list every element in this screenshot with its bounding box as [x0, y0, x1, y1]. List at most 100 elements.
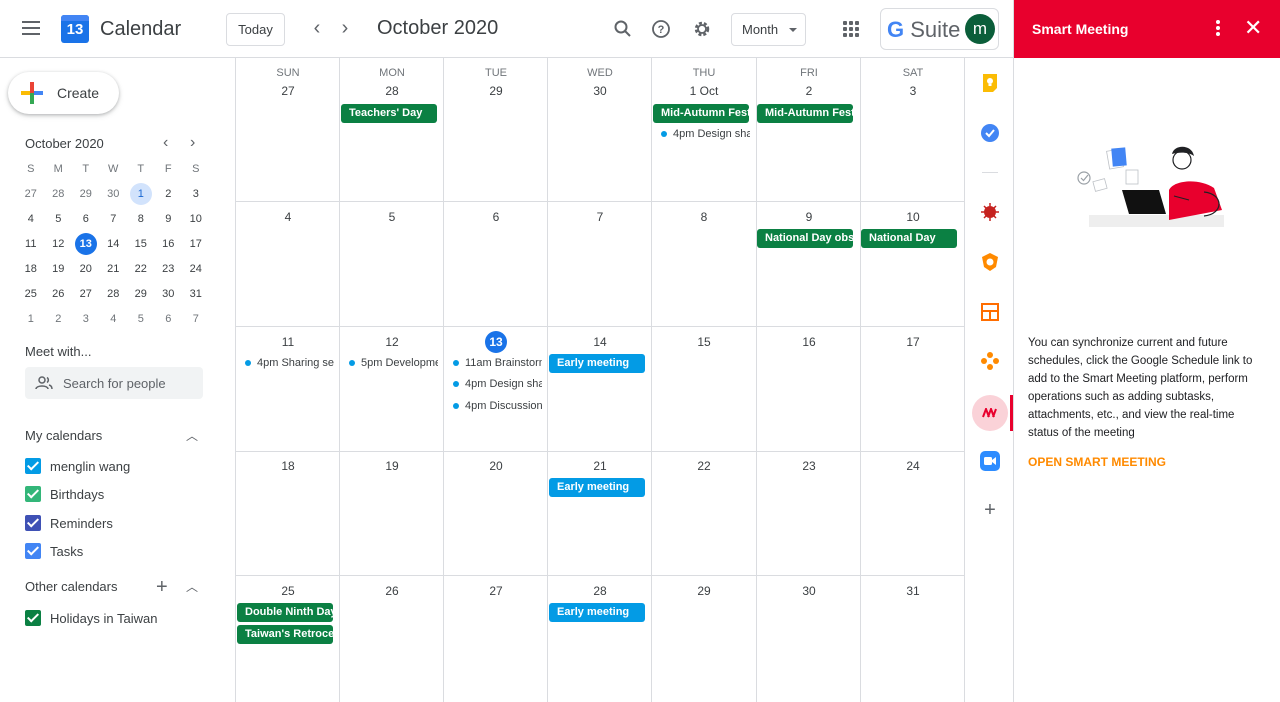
event-item[interactable]: 4pm Design sharing [653, 125, 750, 143]
date-number[interactable]: 1 Oct [652, 84, 756, 98]
calendar-item-birthdays[interactable]: Birthdays [25, 484, 104, 504]
zoom-icon[interactable] [979, 450, 1001, 472]
main-menu-icon[interactable] [22, 21, 40, 35]
date-number[interactable]: 24 [861, 459, 965, 473]
calendar-item-menglin-wang[interactable]: menglin wang [25, 456, 130, 476]
mini-day[interactable]: 17 [182, 232, 210, 257]
chevron-right-icon[interactable]: › [333, 17, 357, 41]
gsuite-badge[interactable]: G Suite m [880, 8, 999, 50]
date-number[interactable]: 20 [444, 459, 548, 473]
date-number[interactable]: 8 [652, 210, 756, 224]
today-button[interactable]: Today [226, 13, 285, 46]
chevron-left-icon[interactable]: ‹ [305, 17, 329, 41]
date-number[interactable]: 11 [236, 335, 340, 349]
view-select[interactable]: Month [731, 13, 806, 46]
event-chip-holiday[interactable]: National Day [861, 229, 957, 248]
search-people-input[interactable] [63, 373, 197, 393]
mini-day[interactable]: 12 [45, 232, 73, 257]
more-vert-icon[interactable] [1210, 19, 1226, 39]
checkbox-icon[interactable] [25, 458, 41, 474]
date-number[interactable]: 7 [548, 210, 652, 224]
date-number[interactable]: 22 [652, 459, 756, 473]
event-chip-holiday[interactable]: Mid-Autumn Festival [653, 104, 749, 123]
apps-grid-icon[interactable] [843, 21, 859, 37]
mini-day[interactable]: 8 [127, 207, 155, 232]
mini-day[interactable]: 3 [72, 307, 100, 332]
lion-icon[interactable] [979, 251, 1001, 273]
calendar-item-holidays-taiwan[interactable]: Holidays in Taiwan [25, 608, 157, 628]
mini-day[interactable]: 28 [45, 182, 73, 207]
mini-day[interactable]: 27 [72, 282, 100, 307]
date-number[interactable]: 3 [861, 84, 965, 98]
open-smart-meeting-link[interactable]: OPEN SMART MEETING [1028, 455, 1166, 469]
mini-day[interactable]: 4 [100, 307, 128, 332]
event-item[interactable]: 4pm Discussion [445, 397, 542, 415]
mini-day[interactable]: 22 [127, 257, 155, 282]
mini-day[interactable]: 21 [100, 257, 128, 282]
checkbox-icon[interactable] [25, 610, 41, 626]
close-icon[interactable]: ✕ [1244, 16, 1262, 40]
date-number[interactable]: 31 [861, 584, 965, 598]
calendar-item-reminders[interactable]: Reminders [25, 513, 113, 533]
flower-icon[interactable] [979, 350, 1001, 372]
date-number[interactable]: 25 [236, 584, 340, 598]
mini-day-selected[interactable]: 1 [127, 182, 155, 207]
mini-day[interactable]: 24 [182, 257, 210, 282]
checkbox-icon[interactable] [25, 486, 41, 502]
date-number[interactable]: 23 [757, 459, 861, 473]
help-icon[interactable]: ? [649, 17, 673, 41]
chevron-up-icon[interactable]: ︿ [186, 578, 198, 595]
mini-day[interactable]: 9 [155, 207, 183, 232]
event-chip-meeting[interactable]: Early meeting [549, 603, 645, 622]
mini-day[interactable]: 29 [72, 182, 100, 207]
mini-day[interactable]: 27 [17, 182, 45, 207]
mini-day[interactable]: 19 [45, 257, 73, 282]
mini-day[interactable]: 2 [45, 307, 73, 332]
search-icon[interactable] [611, 17, 635, 41]
date-number[interactable]: 21 [548, 459, 652, 473]
date-number[interactable]: 10 [861, 210, 965, 224]
date-number[interactable]: 29 [652, 584, 756, 598]
date-number[interactable]: 2 [757, 84, 861, 98]
layout-icon[interactable] [979, 301, 1001, 323]
date-number[interactable]: 19 [340, 459, 444, 473]
create-button[interactable]: Create [8, 72, 119, 114]
mini-day[interactable]: 16 [155, 232, 183, 257]
mini-day[interactable]: 23 [155, 257, 183, 282]
mini-day[interactable]: 11 [17, 232, 45, 257]
mini-next-month-icon[interactable]: › [190, 134, 195, 152]
date-number[interactable]: 12 [340, 335, 444, 349]
date-number[interactable]: 9 [757, 210, 861, 224]
mini-day[interactable]: 6 [72, 207, 100, 232]
chevron-up-icon[interactable]: ︿ [186, 427, 198, 444]
mini-day[interactable]: 26 [45, 282, 73, 307]
mini-day-today[interactable]: 13 [72, 232, 100, 257]
date-number[interactable]: 18 [236, 459, 340, 473]
event-chip-holiday[interactable]: Taiwan's Retrocession Day [237, 625, 333, 644]
mini-day[interactable]: 5 [45, 207, 73, 232]
event-item[interactable]: 5pm Development [341, 354, 438, 372]
date-number[interactable]: 28 [340, 84, 444, 98]
event-item[interactable]: 4pm Sharing session [237, 354, 334, 372]
add-addon-icon[interactable]: + [979, 499, 1001, 521]
date-number[interactable]: 5 [340, 210, 444, 224]
date-number[interactable]: 30 [548, 84, 652, 98]
avatar[interactable]: m [965, 14, 995, 44]
date-number[interactable]: 4 [236, 210, 340, 224]
mini-day[interactable]: 20 [72, 257, 100, 282]
checkbox-icon[interactable] [25, 515, 41, 531]
mini-day[interactable]: 25 [17, 282, 45, 307]
date-number[interactable]: 26 [340, 584, 444, 598]
keep-icon[interactable] [979, 72, 1001, 94]
today-date-number[interactable]: 13 [485, 331, 507, 353]
settings-gear-icon[interactable] [690, 17, 714, 41]
mini-day[interactable]: 10 [182, 207, 210, 232]
mini-day[interactable]: 1 [17, 307, 45, 332]
event-item[interactable]: 4pm Design sharing [445, 375, 542, 393]
mini-day[interactable]: 29 [127, 282, 155, 307]
date-number[interactable]: 14 [548, 335, 652, 349]
mini-day[interactable]: 2 [155, 182, 183, 207]
add-other-calendar-icon[interactable]: + [156, 576, 168, 599]
event-chip-meeting[interactable]: Early meeting [549, 478, 645, 497]
date-number[interactable]: 6 [444, 210, 548, 224]
